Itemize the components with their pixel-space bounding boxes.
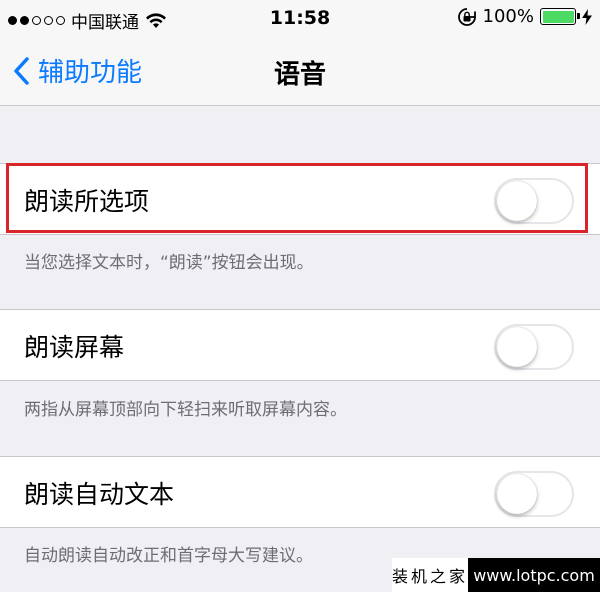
watermark-name: 装机之家 bbox=[392, 558, 468, 592]
toggle-knob bbox=[497, 327, 537, 367]
setting-footer: 两指从屏幕顶部向下轻扫来听取屏幕内容。 bbox=[24, 400, 347, 420]
page-title: 语音 bbox=[273, 60, 326, 90]
watermark: 装机之家 www.lotpc.com bbox=[392, 558, 600, 592]
status-right: 100% bbox=[457, 6, 592, 27]
setting-footer: 自动朗读自动改正和首字母大写建议。 bbox=[24, 546, 313, 566]
navigation-bar: 辅助功能 语音 bbox=[0, 38, 600, 106]
rotation-lock-icon bbox=[457, 7, 476, 26]
setting-row-speak-screen[interactable]: 朗读屏幕 bbox=[0, 309, 600, 381]
speak-auto-text-toggle[interactable] bbox=[494, 471, 574, 517]
battery-icon bbox=[540, 8, 580, 25]
setting-label: 朗读所选项 bbox=[24, 187, 150, 216]
toggle-knob bbox=[497, 474, 537, 514]
setting-label: 朗读自动文本 bbox=[24, 480, 175, 509]
setting-row-speak-auto-text[interactable]: 朗读自动文本 bbox=[0, 456, 600, 528]
charging-bolt-icon bbox=[582, 8, 592, 25]
status-bar: 中国联通 11:58 100% bbox=[0, 0, 600, 38]
speak-screen-toggle[interactable] bbox=[494, 324, 574, 370]
setting-label: 朗读屏幕 bbox=[24, 333, 125, 362]
battery-percent: 100% bbox=[482, 6, 534, 27]
speak-selection-toggle[interactable] bbox=[494, 178, 574, 224]
toggle-knob bbox=[497, 181, 537, 221]
battery-tip bbox=[577, 13, 580, 19]
setting-footer: 当您选择文本时，“朗读”按钮会出现。 bbox=[24, 253, 314, 273]
watermark-url: www.lotpc.com bbox=[468, 558, 600, 592]
setting-row-speak-selection[interactable]: 朗读所选项 bbox=[0, 163, 600, 235]
battery-fill bbox=[542, 10, 574, 23]
